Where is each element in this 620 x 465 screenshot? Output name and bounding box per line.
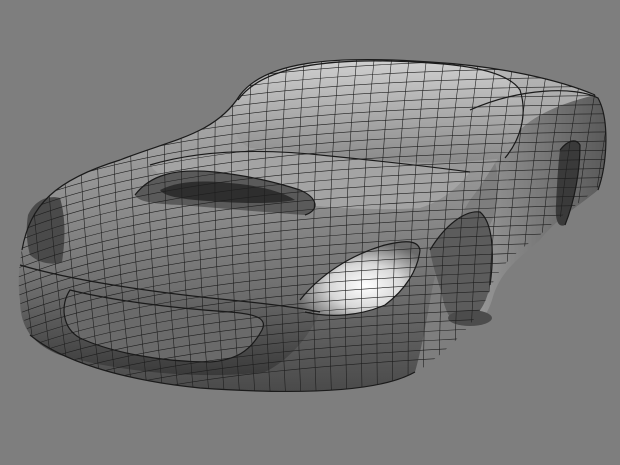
tire-shadow (448, 310, 492, 326)
mesh-isoparm-v (607, 60, 620, 400)
mesh-isoparm-v (18, 59, 27, 392)
3d-viewport[interactable] (0, 0, 620, 465)
mesh-isoparm-v (0, 60, 11, 400)
car-model-render (0, 58, 620, 400)
